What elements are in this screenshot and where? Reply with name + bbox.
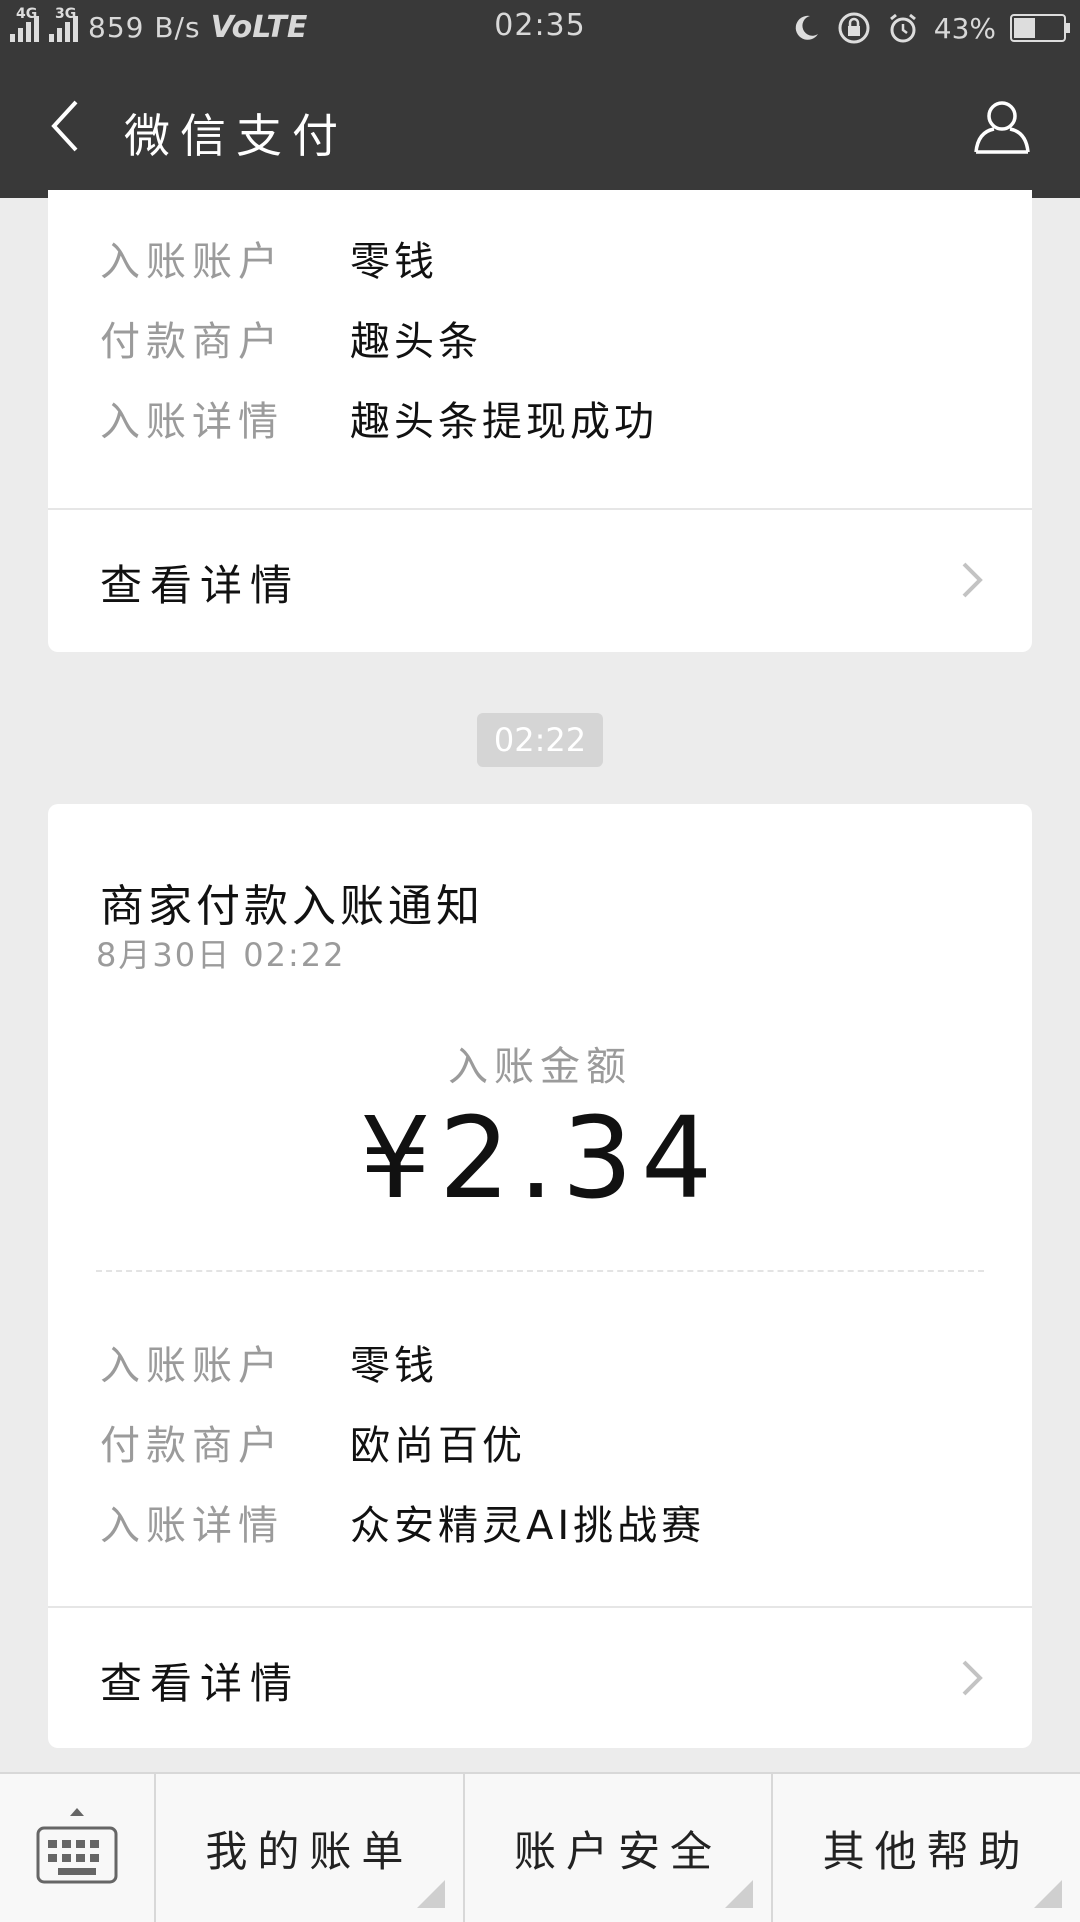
info-row: 付款商户 趣头条 bbox=[100, 310, 482, 366]
chevron-right-icon bbox=[962, 1660, 983, 1696]
profile-button[interactable] bbox=[972, 96, 1032, 156]
view-details-label: 查看详情 bbox=[100, 561, 301, 610]
keyboard-icon bbox=[36, 1808, 118, 1884]
row-value: 趣头条 bbox=[350, 319, 482, 365]
timestamp-pill: 02:22 bbox=[477, 713, 603, 767]
menu-account-security[interactable]: 账户安全 bbox=[465, 1774, 774, 1922]
menu-my-bills[interactable]: 我的账单 bbox=[156, 1774, 465, 1922]
menu-other-help[interactable]: 其他帮助 bbox=[773, 1774, 1080, 1922]
battery-percent: 43% bbox=[933, 11, 996, 45]
user-icon bbox=[974, 101, 1030, 154]
submenu-indicator-icon bbox=[1034, 1880, 1063, 1908]
amount-value: ¥2.34 bbox=[359, 1094, 721, 1224]
row-value: 趣头条提现成功 bbox=[350, 399, 658, 445]
status-right: 43% bbox=[790, 8, 1070, 48]
battery-fill bbox=[1014, 18, 1035, 38]
moon-icon bbox=[795, 15, 818, 40]
keyboard-toggle-button[interactable] bbox=[0, 1774, 156, 1922]
page-title: 微信支付 bbox=[124, 109, 348, 163]
notice-title: 商家付款入账通知 bbox=[100, 881, 484, 932]
menu-label: 账户安全 bbox=[514, 1826, 723, 1876]
dashed-divider bbox=[96, 1270, 984, 1272]
info-row: 入账账户 零钱 bbox=[100, 230, 438, 286]
message-card-1: 入账账户 零钱 付款商户 趣头条 入账详情 趣头条提现成功 查看详情 bbox=[48, 190, 1032, 652]
info-row: 入账账户 零钱 bbox=[100, 1334, 438, 1390]
rotation-lock-icon bbox=[838, 12, 870, 44]
row-label: 付款商户 bbox=[100, 1423, 284, 1469]
row-label: 入账详情 bbox=[100, 399, 284, 445]
title-bar: 微信支付 bbox=[0, 54, 1080, 198]
row-value: 众安精灵AI挑战赛 bbox=[350, 1503, 706, 1549]
view-details-label: 查看详情 bbox=[100, 1659, 301, 1708]
row-value: 欧尚百优 bbox=[350, 1423, 526, 1469]
row-label: 入账账户 bbox=[100, 239, 284, 285]
chevron-left-icon bbox=[51, 100, 78, 152]
info-row: 入账详情 趣头条提现成功 bbox=[100, 390, 658, 446]
info-row: 入账详情 众安精灵AI挑战赛 bbox=[100, 1494, 705, 1550]
back-button[interactable] bbox=[36, 96, 96, 156]
battery-icon bbox=[1010, 14, 1070, 42]
row-label: 付款商户 bbox=[100, 319, 284, 365]
info-row: 付款商户 欧尚百优 bbox=[100, 1414, 526, 1470]
message-card-2: 商家付款入账通知 8月30日 02:22 入账金额 ¥2.34 入账账户 零钱 … bbox=[48, 804, 1032, 1748]
row-value: 零钱 bbox=[350, 239, 438, 285]
menu-label: 其他帮助 bbox=[822, 1826, 1031, 1876]
view-details-link[interactable]: 查看详情 bbox=[48, 510, 1032, 650]
status-bar: 4G 3G 859 B/s VoLTE 02:35 43% bbox=[0, 0, 1080, 54]
notice-date: 8月30日 02:22 bbox=[96, 936, 346, 974]
amount-label: 入账金额 bbox=[448, 1044, 632, 1090]
row-label: 入账账户 bbox=[100, 1343, 284, 1389]
view-details-link[interactable]: 查看详情 bbox=[48, 1608, 1032, 1748]
row-label: 入账详情 bbox=[100, 1503, 284, 1549]
bottom-menu-bar: 我的账单 账户安全 其他帮助 bbox=[0, 1772, 1080, 1922]
submenu-indicator-icon bbox=[725, 1880, 754, 1908]
chevron-right-icon bbox=[962, 562, 983, 598]
alarm-icon bbox=[889, 13, 916, 43]
row-value: 零钱 bbox=[350, 1343, 438, 1389]
menu-label: 我的账单 bbox=[205, 1826, 414, 1876]
submenu-indicator-icon bbox=[416, 1880, 445, 1908]
